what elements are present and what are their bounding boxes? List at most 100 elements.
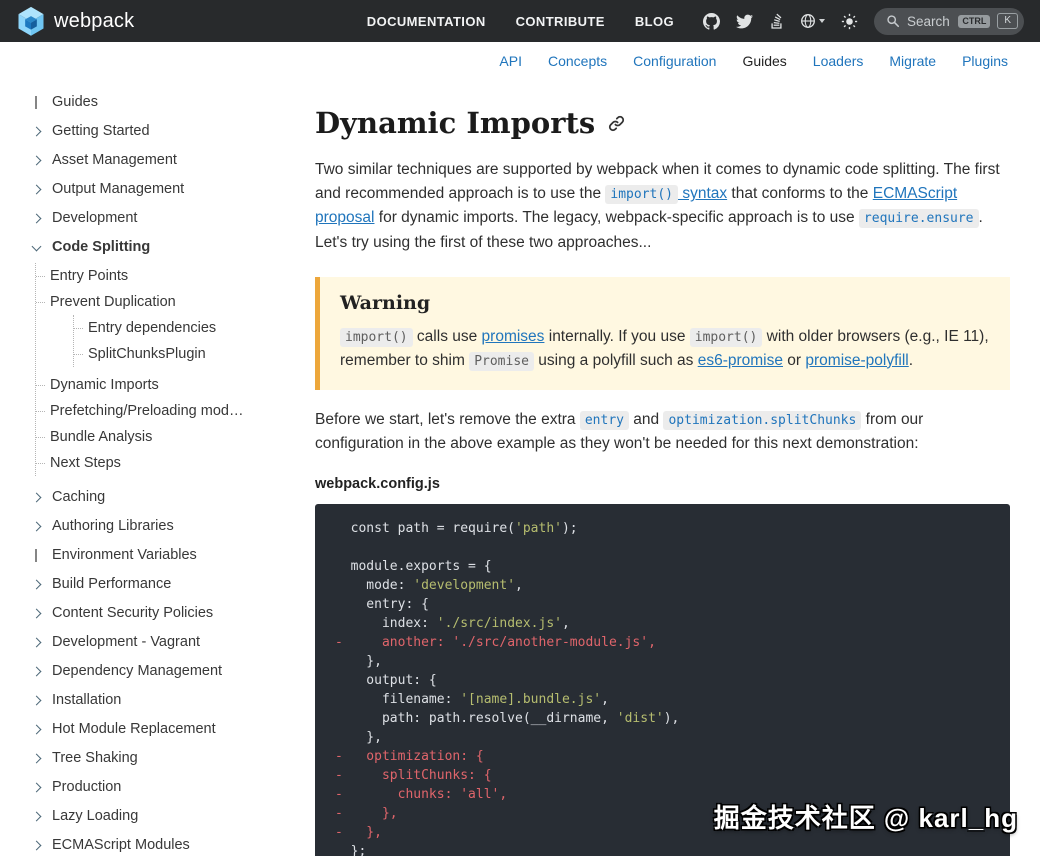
sidebar-item-production[interactable]: Production — [30, 773, 300, 802]
chevron-right-icon — [31, 782, 41, 793]
code-line: entry: { — [335, 597, 429, 613]
sidebar-item-label: Dependency Management — [52, 663, 223, 679]
anchor-link-icon[interactable] — [607, 114, 626, 133]
intro-paragraph: Two similar techniques are supported by … — [315, 158, 1010, 255]
chevron-right-icon — [30, 184, 42, 195]
chevron-right-icon — [31, 811, 41, 822]
k-key-badge: K — [997, 13, 1018, 29]
sidebar-item-label: Production — [52, 779, 122, 795]
inline-link[interactable]: promises — [482, 328, 545, 345]
sidebar-item-prefetching-preloading-mod[interactable]: Prefetching/Preloading mod… — [36, 398, 300, 424]
sidebar-group: Getting Started — [30, 117, 300, 146]
search-box[interactable]: Search CTRL K — [874, 7, 1024, 35]
sidebar-item-development-vagrant[interactable]: Development - Vagrant — [30, 628, 300, 657]
theme-icon[interactable] — [841, 13, 858, 30]
top-nav-blog[interactable]: BLOG — [620, 14, 689, 29]
inline-code-link[interactable]: require.ensure — [858, 209, 979, 229]
inline-link[interactable]: syntax — [678, 185, 727, 202]
chevron-right-icon — [30, 753, 42, 764]
text-segment: or — [782, 351, 806, 369]
sidebar-item-content-security-policies[interactable]: Content Security Policies — [30, 599, 300, 628]
text-segment: that conforms to the — [727, 185, 873, 203]
sidebar-group: Tree Shaking — [30, 744, 300, 773]
sidebar-item-development[interactable]: Development — [30, 204, 300, 233]
sidebar-item-label: Asset Management — [52, 152, 177, 168]
sidebar-item-environment-variables[interactable]: Environment Variables — [30, 541, 300, 570]
text-segment: . — [908, 351, 914, 369]
sidebar-item-dependency-management[interactable]: Dependency Management — [30, 657, 300, 686]
sidebar-item-label: Prevent Duplication — [50, 294, 176, 310]
sidebar-item-guides[interactable]: Guides — [30, 88, 300, 117]
top-nav: DOCUMENTATION CONTRIBUTE BLOG — [352, 14, 689, 29]
inline-code-link[interactable]: import() — [605, 185, 679, 205]
twitter-icon[interactable] — [736, 13, 753, 30]
sidebar-item-code-splitting[interactable]: Code Splitting — [30, 233, 300, 262]
stackoverflow-icon[interactable] — [769, 13, 784, 30]
sidebar-item-hot-module-replacement[interactable]: Hot Module Replacement — [30, 715, 300, 744]
sidebar-item-ecmascript-modules[interactable]: ECMAScript Modules — [30, 831, 300, 856]
github-icon[interactable] — [703, 12, 720, 30]
chevron-right-icon — [31, 155, 41, 166]
chevron-down-icon — [30, 241, 42, 251]
sidebar-item-dynamic-imports[interactable]: Dynamic Imports — [36, 372, 300, 398]
page-bar-icon — [35, 96, 37, 109]
subnav-concepts[interactable]: Concepts — [548, 53, 607, 69]
sidebar-item-label: Environment Variables — [52, 547, 197, 563]
sidebar-item-tree-shaking[interactable]: Tree Shaking — [30, 744, 300, 773]
sidebar-item-label: Content Security Policies — [52, 605, 214, 621]
sidebar-item-label: Hot Module Replacement — [52, 721, 216, 737]
sidebar-item-bundle-analysis[interactable]: Bundle Analysis — [36, 424, 300, 450]
sidebar-group: Authoring Libraries — [30, 512, 300, 541]
webpack-logo[interactable]: webpack — [16, 6, 134, 37]
sidebar-item-prevent-duplication[interactable]: Prevent Duplication Entry dependencies Spl… — [36, 289, 300, 367]
subnav-configuration[interactable]: Configuration — [633, 53, 716, 69]
search-icon — [887, 15, 900, 28]
sidebar-item-asset-management[interactable]: Asset Management — [30, 146, 300, 175]
sidebar-item-caching[interactable]: Caching — [30, 483, 300, 512]
sidebar-item-label: Development — [52, 210, 138, 226]
sidebar-item-installation[interactable]: Installation — [30, 686, 300, 715]
inline-link[interactable]: es6-promise — [698, 352, 783, 369]
code-filename: webpack.config.js — [315, 476, 440, 493]
inline-code-link[interactable]: optimization.splitChunks — [663, 411, 862, 431]
sidebar-item-authoring-libraries[interactable]: Authoring Libraries — [30, 512, 300, 541]
sidebar-item-entry-points[interactable]: Entry Points — [36, 263, 300, 289]
chevron-right-icon — [30, 811, 42, 822]
before-paragraph: Before we start, let's remove the extra … — [315, 408, 1010, 456]
top-nav-documentation[interactable]: DOCUMENTATION — [352, 14, 501, 29]
page-title: Dynamic Imports — [315, 106, 1010, 140]
chevron-right-icon — [30, 155, 42, 166]
sidebar-item-getting-started[interactable]: Getting Started — [30, 117, 300, 146]
sidebar-item-output-management[interactable]: Output Management — [30, 175, 300, 204]
sidebar-item-splitchunksplugin[interactable]: SplitChunksPlugin — [74, 341, 300, 367]
warning-callout: Warning import() calls use promises inte… — [315, 276, 1010, 391]
chevron-right-icon — [31, 753, 41, 764]
chevron-right-icon — [30, 724, 42, 735]
chevron-right-icon — [31, 492, 41, 503]
sidebar-item-next-steps[interactable]: Next Steps — [36, 450, 300, 476]
subnav-plugins[interactable]: Plugins — [962, 53, 1008, 69]
sidebar-item-label: Output Management — [52, 181, 185, 197]
inline-code-link[interactable]: entry — [579, 411, 629, 431]
top-nav-contribute[interactable]: CONTRIBUTE — [501, 14, 620, 29]
sidebar-item-build-performance[interactable]: Build Performance — [30, 570, 300, 599]
subnav-guides[interactable]: Guides — [742, 53, 786, 69]
sidebar-item-entry-dependencies[interactable]: Entry dependencies — [74, 315, 300, 341]
chevron-right-icon — [30, 782, 42, 793]
subnav-loaders[interactable]: Loaders — [813, 53, 864, 69]
sidebar-item-lazy-loading[interactable]: Lazy Loading — [30, 802, 300, 831]
chevron-right-icon — [31, 695, 41, 706]
language-icon[interactable] — [800, 13, 825, 29]
subnav-migrate[interactable]: Migrate — [889, 53, 936, 69]
inline-link[interactable]: promise-polyfill — [805, 352, 908, 369]
sidebar-group: Build Performance — [30, 570, 300, 599]
text-segment: calls use — [412, 327, 482, 345]
sidebar-group: Code Splitting Entry Points Prevent Duplic… — [30, 233, 300, 476]
sidebar-group: Asset Management — [30, 146, 300, 175]
sidebar-group: Production — [30, 773, 300, 802]
sidebar-item-label: ECMAScript Modules — [52, 837, 190, 853]
search-placeholder: Search — [907, 13, 950, 29]
sidebar-item-label: Entry Points — [50, 268, 129, 284]
sidebar-item-label: Caching — [52, 489, 106, 505]
subnav-api[interactable]: API — [499, 53, 522, 69]
